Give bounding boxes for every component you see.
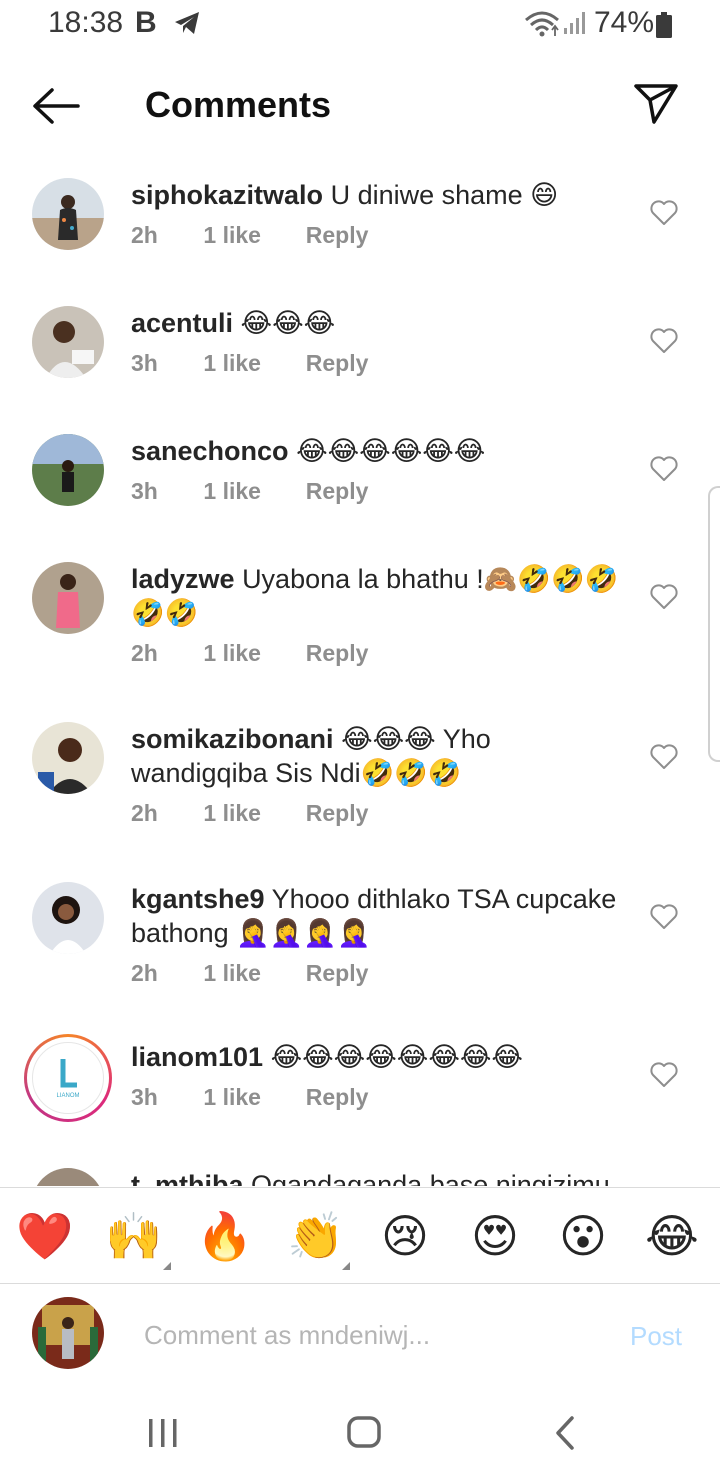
scroll-indicator[interactable] <box>708 486 720 762</box>
comment-likes[interactable]: 1 like <box>203 350 299 377</box>
wifi-icon <box>525 11 559 37</box>
comment-meta: 3h 1 like Reply <box>131 1084 368 1111</box>
comment-username[interactable]: kgantshe9 <box>131 884 265 914</box>
like-heart-icon[interactable] <box>650 744 678 770</box>
comment-likes[interactable]: 1 like <box>203 640 299 667</box>
emoji-clapping-button[interactable]: 👏 <box>286 1210 346 1262</box>
comment-text: ladyzwe Uyabona la bhathu !🙈🤣🤣🤣🤣🤣 <box>131 562 631 630</box>
comment-input[interactable] <box>144 1315 584 1355</box>
comment-content: 😂😂😂 <box>240 308 336 338</box>
comment-time: 3h <box>131 478 158 504</box>
avatar[interactable] <box>32 178 104 250</box>
comment-composer: Post <box>0 1285 720 1395</box>
comment-username[interactable]: t_mthiba <box>131 1170 244 1186</box>
page-title: Comments <box>145 84 332 125</box>
avatar[interactable] <box>32 306 104 378</box>
lianom-logo-text: LIANOM <box>56 1093 79 1099</box>
comment-text: kgantshe9 Yhooo dithlako TSA cupcake bat… <box>131 882 631 950</box>
like-heart-icon[interactable] <box>650 200 678 226</box>
battery-percentage: 74% <box>594 6 655 39</box>
emoji-heart-eyes-button[interactable]: 😍 <box>465 1210 525 1262</box>
comment-meta: 2h 1 like Reply <box>131 960 368 987</box>
comment-meta: 3h 1 like Reply <box>131 478 368 505</box>
like-heart-icon[interactable] <box>650 456 678 482</box>
battery-icon <box>656 12 672 38</box>
comment-text: siphokazitwalo U diniwe shame 😄 <box>131 178 631 212</box>
reply-button[interactable]: Reply <box>306 478 369 504</box>
comment-time: 3h <box>131 350 158 376</box>
reply-button[interactable]: Reply <box>306 350 369 376</box>
avatar[interactable] <box>32 882 104 954</box>
emoji-crying-button[interactable]: 😢 <box>375 1210 435 1262</box>
like-heart-icon[interactable] <box>650 328 678 354</box>
comment-time: 2h <box>131 800 158 826</box>
signal-icon <box>564 12 585 34</box>
comment-time: 3h <box>131 1084 158 1110</box>
home-icon[interactable] <box>346 1415 382 1449</box>
reply-button[interactable]: Reply <box>306 640 369 666</box>
emoji-laughing-button[interactable]: 😂 <box>642 1210 702 1262</box>
comment-username[interactable]: lianom101 <box>131 1042 263 1072</box>
emoji-raised-hands-button[interactable]: 🙌 <box>104 1210 164 1262</box>
story-ring-avatar[interactable]: LIANOM <box>24 1034 112 1122</box>
comment-likes[interactable]: 1 like <box>203 960 299 987</box>
like-heart-icon[interactable] <box>650 904 678 930</box>
emoji-fire-button[interactable]: 🔥 <box>195 1210 255 1262</box>
comment-list[interactable]: siphokazitwalo U diniwe shame 😄 2h 1 lik… <box>0 160 720 1186</box>
comment-text: acentuli 😂😂😂 <box>131 306 631 340</box>
comment-username[interactable]: siphokazitwalo <box>131 180 323 210</box>
reply-button[interactable]: Reply <box>306 1084 369 1110</box>
like-heart-icon[interactable] <box>650 584 678 610</box>
skin-tone-indicator-icon <box>163 1262 171 1270</box>
comment-content: Ogandaganda base ningizimu <box>251 1170 610 1186</box>
comment-meta: 2h 1 like Reply <box>131 222 368 249</box>
comment-likes[interactable]: 1 like <box>203 1084 299 1111</box>
comment-text: sanechonco 😂😂😂😂😂😂 <box>131 434 631 468</box>
comment-meta: 2h 1 like Reply <box>131 800 368 827</box>
back-arrow-icon[interactable] <box>30 86 80 126</box>
emoji-surprised-button[interactable]: 😮 <box>553 1210 613 1262</box>
avatar: LIANOM <box>32 1042 104 1114</box>
emoji-reaction-bar: ❤️ 🙌 🔥 👏 😢 😍 😮 😂 <box>0 1187 720 1284</box>
comment-text: somikazibonani 😂😂😂 Yho wandigqiba Sis Nd… <box>131 722 631 790</box>
comment-username[interactable]: somikazibonani <box>131 724 334 754</box>
telegram-icon <box>175 12 199 34</box>
avatar[interactable] <box>32 1168 104 1186</box>
status-bar: 18:38 B 74% <box>0 0 720 50</box>
comment-time: 2h <box>131 640 158 666</box>
comment-likes[interactable]: 1 like <box>203 222 299 249</box>
skin-tone-indicator-icon <box>342 1262 350 1270</box>
comment-time: 2h <box>131 222 158 248</box>
recent-apps-icon[interactable] <box>146 1417 180 1449</box>
avatar[interactable] <box>32 562 104 634</box>
back-icon[interactable] <box>552 1415 578 1451</box>
reply-button[interactable]: Reply <box>306 800 369 826</box>
comment-content: U diniwe shame 😄 <box>330 180 559 210</box>
comment-text: lianom101 😂😂😂😂😂😂😂😂 <box>131 1040 631 1074</box>
comment-meta: 2h 1 like Reply <box>131 640 368 667</box>
post-button[interactable]: Post <box>630 1321 682 1352</box>
comment-time: 2h <box>131 960 158 986</box>
comment-content: 😂😂😂😂😂😂😂😂 <box>270 1042 523 1072</box>
comment-username[interactable]: ladyzwe <box>131 564 235 594</box>
header: Comments <box>0 70 720 140</box>
like-heart-icon[interactable] <box>650 1062 678 1088</box>
comment-content: 😂😂😂😂😂😂 <box>296 436 486 466</box>
current-user-avatar <box>32 1297 104 1369</box>
comment-username[interactable]: acentuli <box>131 308 233 338</box>
comment-username[interactable]: sanechonco <box>131 436 289 466</box>
reply-button[interactable]: Reply <box>306 222 369 248</box>
b-notification-icon: B <box>135 6 157 39</box>
send-direct-message-icon[interactable] <box>632 82 680 126</box>
comment-likes[interactable]: 1 like <box>203 800 299 827</box>
comment-text: t_mthiba Ogandaganda base ningizimu <box>131 1168 631 1186</box>
reply-button[interactable]: Reply <box>306 960 369 986</box>
avatar[interactable] <box>32 434 104 506</box>
comment-meta: 3h 1 like Reply <box>131 350 368 377</box>
system-navigation-bar <box>0 1395 720 1480</box>
comment-likes[interactable]: 1 like <box>203 478 299 505</box>
emoji-heart-button[interactable]: ❤️ <box>15 1210 75 1262</box>
status-time: 18:38 <box>48 6 124 39</box>
avatar[interactable] <box>32 722 104 794</box>
